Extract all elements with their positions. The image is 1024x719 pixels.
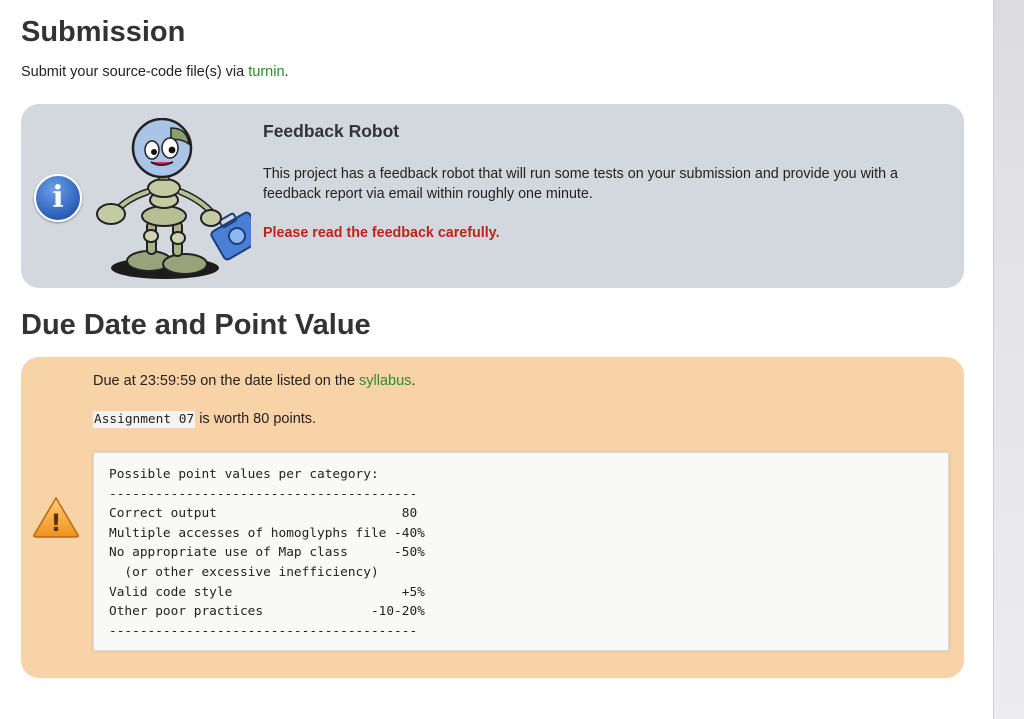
- points-row: Correct output 80: [109, 506, 418, 522]
- warning-glyph: !: [51, 509, 62, 537]
- points-title: Possible point values per category:: [109, 467, 379, 482]
- right-edge-panel: [993, 0, 1024, 719]
- assignment-code: Assignment 07: [93, 411, 196, 428]
- due-text-end: .: [411, 373, 416, 389]
- syllabus-link[interactable]: syllabus: [359, 373, 411, 389]
- points-row: Multiple accesses of homoglyphs file -40…: [109, 525, 425, 541]
- points-rule-bottom: ----------------------------------------: [109, 623, 418, 639]
- points-row: (or other excessive inefficiency): [109, 564, 379, 580]
- due-line: Due at 23:59:59 on the date listed on th…: [93, 373, 415, 389]
- due-text-start: Due at 23:59:59 on the date listed on th…: [93, 373, 360, 389]
- robot-icon: [96, 118, 251, 279]
- feedback-title: Feedback Robot: [263, 121, 400, 141]
- worth-line: Assignment 07 is worth 80 points.: [93, 411, 317, 428]
- points-row: No appropriate use of Map class -50%: [109, 545, 425, 561]
- points-rule-top: ----------------------------------------: [109, 486, 418, 502]
- warning-icon: !: [33, 496, 79, 538]
- page-content: Submission Submit your source-code file(…: [0, 0, 993, 719]
- points-code-block: Possible point values per category: -----…: [93, 452, 949, 651]
- feedback-body: This project has a feedback robot that w…: [263, 166, 898, 202]
- points-table: Possible point values per category: -----…: [109, 465, 425, 641]
- turnin-link[interactable]: turnin: [248, 64, 284, 80]
- submission-text-start: Submit your source-code file(s) via: [21, 64, 249, 80]
- submission-text: Submit your source-code file(s) via turn…: [21, 64, 289, 80]
- submission-text-end: .: [284, 64, 289, 80]
- points-row: Other poor practices -10-20%: [109, 604, 425, 620]
- feedback-warning: Please read the feedback carefully.: [263, 225, 500, 241]
- submission-heading: Submission: [21, 16, 186, 48]
- points-row: Valid code style +5%: [109, 584, 425, 600]
- feedback-info-box: i Feedback Robot This project has a feed…: [21, 104, 964, 288]
- worth-text: is worth 80 points.: [195, 411, 317, 427]
- due-date-box: ! Due at 23:59:59 on the date listed on …: [21, 357, 964, 678]
- due-date-heading: Due Date and Point Value: [21, 309, 371, 341]
- info-icon: i: [34, 174, 82, 222]
